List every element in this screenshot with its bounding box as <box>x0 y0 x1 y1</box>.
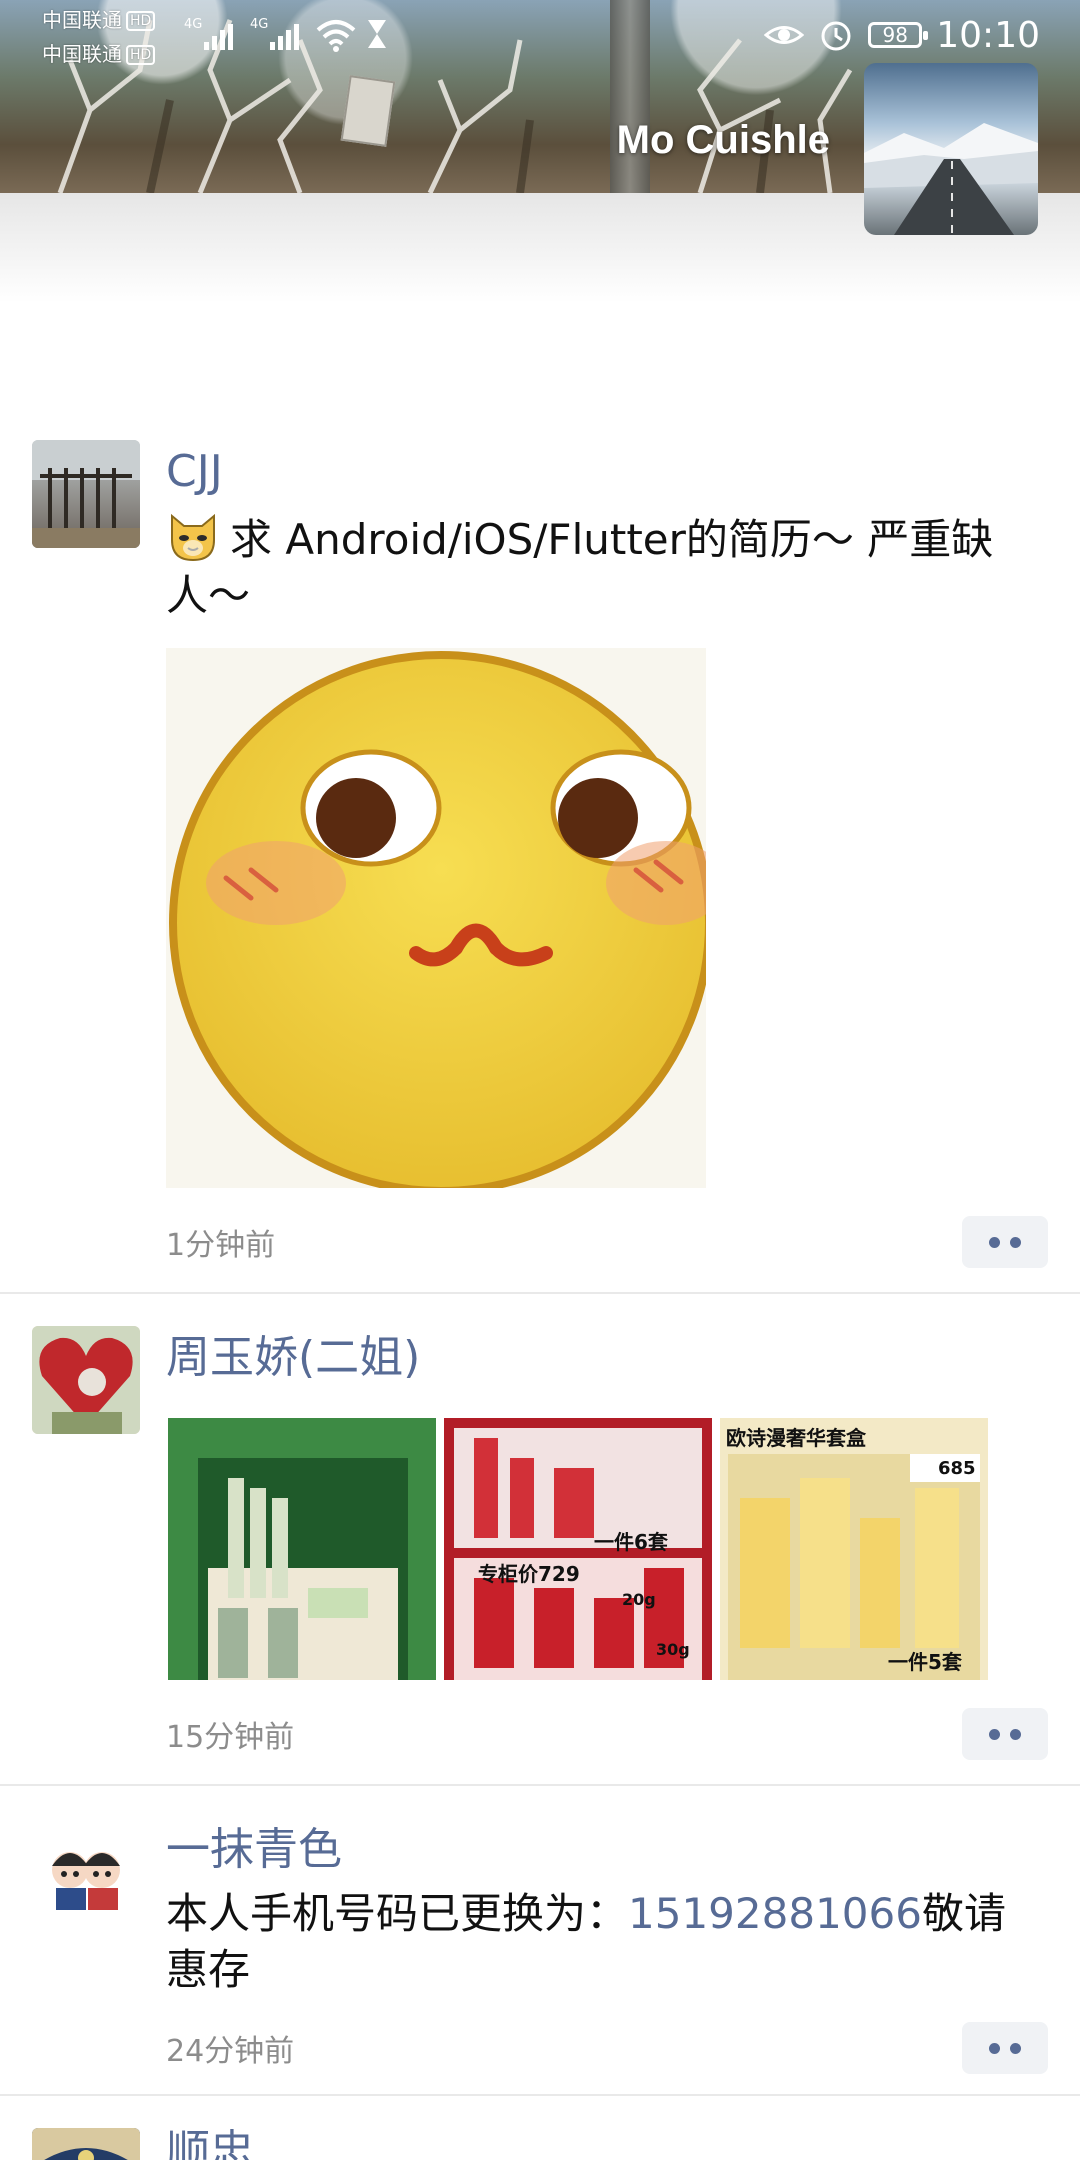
dot-icon <box>989 1729 1000 1740</box>
status-right: 98 10:10 <box>764 10 1040 60</box>
heart-avatar-graphic <box>32 1326 140 1434</box>
carrier-label-1: 中国联通 HD <box>42 8 156 32</box>
signal-icon: 4G <box>184 17 233 50</box>
status-time: 10:10 <box>936 14 1040 56</box>
cover-lamp <box>340 75 396 147</box>
svg-text:4G: 4G <box>250 17 268 32</box>
post-image-thumb[interactable]: 欧诗漫奢华套盒 685 一件5套 <box>720 1418 988 1680</box>
thumb-caption: 一件5套 <box>888 1650 962 1674</box>
green-gift-box-graphic <box>168 1418 436 1680</box>
post-author[interactable]: CJJ <box>166 444 223 500</box>
more-actions-button[interactable] <box>962 2022 1048 2074</box>
thumb-caption: 一件6套 <box>594 1530 668 1554</box>
feed-post: 顺忠 <box>0 2096 1080 2160</box>
alarm-icon <box>821 21 851 51</box>
cat-emoji-icon <box>171 513 215 562</box>
post-author[interactable]: 一抹青色 <box>166 1822 342 1878</box>
avatar[interactable] <box>32 1326 140 1434</box>
thumb-caption: 欧诗漫奢华套盒 <box>726 1426 866 1450</box>
avatar[interactable] <box>32 1818 140 1926</box>
battery-icon: 98 <box>868 22 929 48</box>
carrier-label-2: 中国联通 HD <box>42 42 156 66</box>
emoji-face-graphic <box>169 651 726 1195</box>
profile-avatar[interactable] <box>864 63 1038 235</box>
profile-name: Mo Cuishle <box>616 118 830 162</box>
dot-icon <box>1010 1729 1021 1740</box>
post-text: 求 Android/iOS/Flutter的简历～ 严重缺人～ <box>166 510 1016 624</box>
uniform-avatar-graphic <box>32 2128 140 2160</box>
feed-post: 周玉娇(二姐) 专柜价729 一件6套 20g 30g 欧诗漫奢华套盒 685 … <box>0 1294 1080 1786</box>
avatar[interactable] <box>32 440 140 548</box>
post-timestamp: 15分钟前 <box>166 1720 295 1755</box>
dot-icon <box>989 2043 1000 2054</box>
signal-icon-2: 4G <box>250 17 299 50</box>
svg-text:4G: 4G <box>184 17 202 32</box>
wifi-icon <box>316 20 356 52</box>
dot-icon <box>1010 2043 1021 2054</box>
thumb-badge: 685 <box>938 1458 976 1479</box>
post-image-thumb[interactable] <box>168 1418 436 1680</box>
post-image[interactable] <box>166 648 726 1195</box>
post-text: 本人手机号码已更换为：15192881066敬请惠存 <box>166 1889 1006 1994</box>
status-bar: 中国联通 HD 中国联通 HD 4G 4G 98 10:10 <box>0 0 1080 70</box>
thumb-caption: 30g <box>656 1640 690 1659</box>
eye-icon <box>764 26 805 44</box>
thumb-caption: 专柜价729 <box>478 1562 580 1586</box>
road-landscape-graphic <box>864 123 1038 235</box>
gate-avatar-graphic <box>32 440 140 548</box>
thumb-caption: 20g <box>622 1590 656 1609</box>
post-image-thumb[interactable]: 专柜价729 一件6套 20g 30g <box>444 1418 712 1680</box>
hourglass-icon <box>368 20 386 48</box>
feed-post: CJJ 求 Android/iOS/Flutter的简历～ 严重缺人～ 1分钟前 <box>0 408 1080 1294</box>
post-timestamp: 24分钟前 <box>166 2034 295 2069</box>
phone-link[interactable]: 15192881066 <box>628 1889 922 1938</box>
cartoon-couple-avatar-graphic <box>32 1818 140 1926</box>
post-author[interactable]: 周玉娇(二姐) <box>166 1330 420 1386</box>
dot-icon <box>989 1237 1000 1248</box>
avatar[interactable] <box>32 2128 140 2160</box>
more-actions-button[interactable] <box>962 1216 1048 1268</box>
post-timestamp: 1分钟前 <box>166 1228 276 1263</box>
more-actions-button[interactable] <box>962 1708 1048 1760</box>
feed-post: 一抹青色 本人手机号码已更换为：15192881066敬请惠存 24分钟前 <box>0 1786 1080 2096</box>
dot-icon <box>1010 1237 1021 1248</box>
post-author[interactable]: 顺忠 <box>166 2124 254 2160</box>
